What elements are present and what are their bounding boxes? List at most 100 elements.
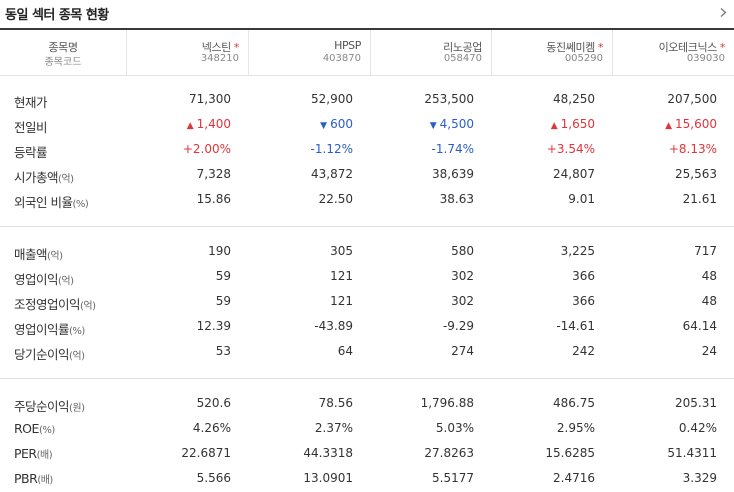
row-unit: (%) — [38, 425, 55, 436]
table-cell: ▲ 15,600 — [665, 117, 717, 131]
table-cell: 78.56 — [319, 396, 353, 410]
row-label-text: 조정영업이익 — [14, 297, 81, 312]
cell-value: 22.50 — [318, 192, 353, 206]
table-cell: 580 — [451, 244, 474, 258]
table-row-pbr: PBR(배) 5.566 13.0901 5.5177 2.4716 3.329 — [0, 467, 734, 492]
table-row-op: 영업이익(억) 59 121 302 366 48 — [0, 265, 734, 290]
cell-value: 43,872 — [311, 167, 353, 181]
table-cell: 5.5177 — [432, 471, 474, 485]
chevron-right-icon[interactable] — [719, 8, 728, 17]
table-cell: 22.6871 — [181, 446, 231, 460]
table-cell: ▲ 1,400 — [187, 117, 231, 131]
cell-value: 4.26% — [192, 421, 231, 435]
row-label: 현재가 — [14, 92, 48, 111]
row-label-text: 시가총액 — [14, 170, 59, 185]
cell-value: 53 — [215, 344, 231, 358]
row-unit: (원) — [69, 403, 85, 414]
table-cell: 4.26% — [193, 421, 231, 435]
cell-value: 207,500 — [667, 92, 717, 106]
cell-value: 3,225 — [560, 244, 595, 258]
table-cell: 1,796.88 — [421, 396, 474, 410]
stock-code: 403870 — [322, 53, 361, 64]
group-divider — [0, 226, 734, 227]
table-cell: 205.31 — [675, 396, 717, 410]
table-row-roe: ROE(%) 4.26% 2.37% 5.03% 2.95% 0.42% — [0, 417, 734, 442]
cell-value: 274 — [451, 344, 474, 358]
table-cell: 43,872 — [311, 167, 353, 181]
cell-value: 1,650 — [560, 117, 595, 131]
row-label: ROE(%) — [14, 421, 55, 436]
stock-code: 005290 — [564, 53, 603, 64]
cell-value: 0.42% — [678, 421, 717, 435]
table-cell: 25,563 — [675, 167, 717, 181]
cell-value: 9.01 — [568, 192, 595, 206]
cell-value: 38.63 — [439, 192, 474, 206]
table-cell: 2.4716 — [553, 471, 595, 485]
header-stock-1[interactable]: 넥스틴 * 348210 — [126, 30, 248, 76]
header-stock-4[interactable]: 동진쎄미켐 * 005290 — [491, 30, 612, 76]
table-cell: ▲ 1,650 — [551, 117, 595, 131]
table-cell: 44.3318 — [303, 446, 353, 460]
cell-value: 302 — [451, 269, 474, 283]
cell-value: 205.31 — [675, 396, 717, 410]
stock-name-text[interactable]: HPSP — [334, 39, 361, 52]
row-unit: (억) — [69, 351, 85, 362]
cell-value: 2.4716 — [553, 471, 595, 485]
cell-value: +8.13% — [668, 142, 717, 156]
cell-value: 51.4311 — [667, 446, 717, 460]
cell-value: 59 — [215, 269, 231, 283]
cell-value: 7,328 — [196, 167, 231, 181]
cell-value: 2.37% — [314, 421, 353, 435]
header-stock-5[interactable]: 이오테크닉스 * 039030 — [612, 30, 734, 76]
section-header: 동일 섹터 종목 현황 — [0, 0, 734, 28]
table-cell: 53 — [216, 344, 231, 358]
row-label: PER(배) — [14, 446, 53, 461]
row-label-text: 당기순이익 — [14, 347, 70, 362]
cell-value: 600 — [330, 117, 353, 131]
header-stock-3[interactable]: 리노공업 058470 — [370, 30, 491, 76]
row-label: 전일비 — [14, 117, 48, 136]
row-label-text: 주당순이익 — [14, 399, 70, 414]
cell-value: -1.12% — [310, 142, 353, 156]
table-cell: 59 — [216, 294, 231, 308]
table-cell: 207,500 — [667, 92, 717, 106]
row-label: 영업이익(억) — [14, 269, 74, 288]
table-row-change: 전일비 ▲ 1,400 ▼ 600 ▼ 4,500 ▲ 1,650 ▲ 15,600 — [0, 113, 734, 138]
header-label-cell: 종목명 종목코드 — [0, 30, 126, 76]
row-unit: (억) — [80, 301, 96, 312]
row-unit: (%) — [72, 199, 89, 210]
cell-value: -14.61 — [556, 319, 595, 333]
cell-value: 24,807 — [553, 167, 595, 181]
table-cell: 48,250 — [553, 92, 595, 106]
table-cell: 48 — [702, 269, 717, 283]
row-label: PBR(배) — [14, 471, 53, 486]
table-cell: 302 — [451, 294, 474, 308]
row-label-text: 영업이익 — [14, 272, 59, 287]
cell-value: 5.03% — [435, 421, 474, 435]
table-cell: 486.75 — [553, 396, 595, 410]
cell-value: 121 — [330, 269, 353, 283]
cell-value: 5.566 — [196, 471, 231, 485]
table-cell: +2.00% — [183, 142, 231, 156]
stock-code: 058470 — [443, 53, 482, 64]
triangle-up-icon: ▲ — [550, 121, 558, 131]
table-cell: 190 — [208, 244, 231, 258]
table-cell: 274 — [451, 344, 474, 358]
header-stock-2[interactable]: HPSP 403870 — [248, 30, 370, 76]
stock-code: 039030 — [686, 53, 725, 64]
table-cell: 366 — [572, 294, 595, 308]
table-cell: 24,807 — [553, 167, 595, 181]
table-cell: -43.89 — [314, 319, 353, 333]
table-cell: -9.29 — [443, 319, 474, 333]
cell-value: 64.14 — [682, 319, 717, 333]
table-cell: 15.6285 — [545, 446, 595, 460]
stock-name-link[interactable]: HPSP — [334, 39, 361, 52]
table-row-mcap: 시가총액(억) 7,328 43,872 38,639 24,807 25,563 — [0, 163, 734, 188]
cell-value: +2.00% — [182, 142, 231, 156]
cell-value: -9.29 — [442, 319, 474, 333]
table-cell: 38,639 — [432, 167, 474, 181]
table-cell: 21.61 — [683, 192, 717, 206]
cell-value: 13.0901 — [303, 471, 353, 485]
cell-value: 366 — [572, 294, 595, 308]
cell-value: 38,639 — [432, 167, 474, 181]
